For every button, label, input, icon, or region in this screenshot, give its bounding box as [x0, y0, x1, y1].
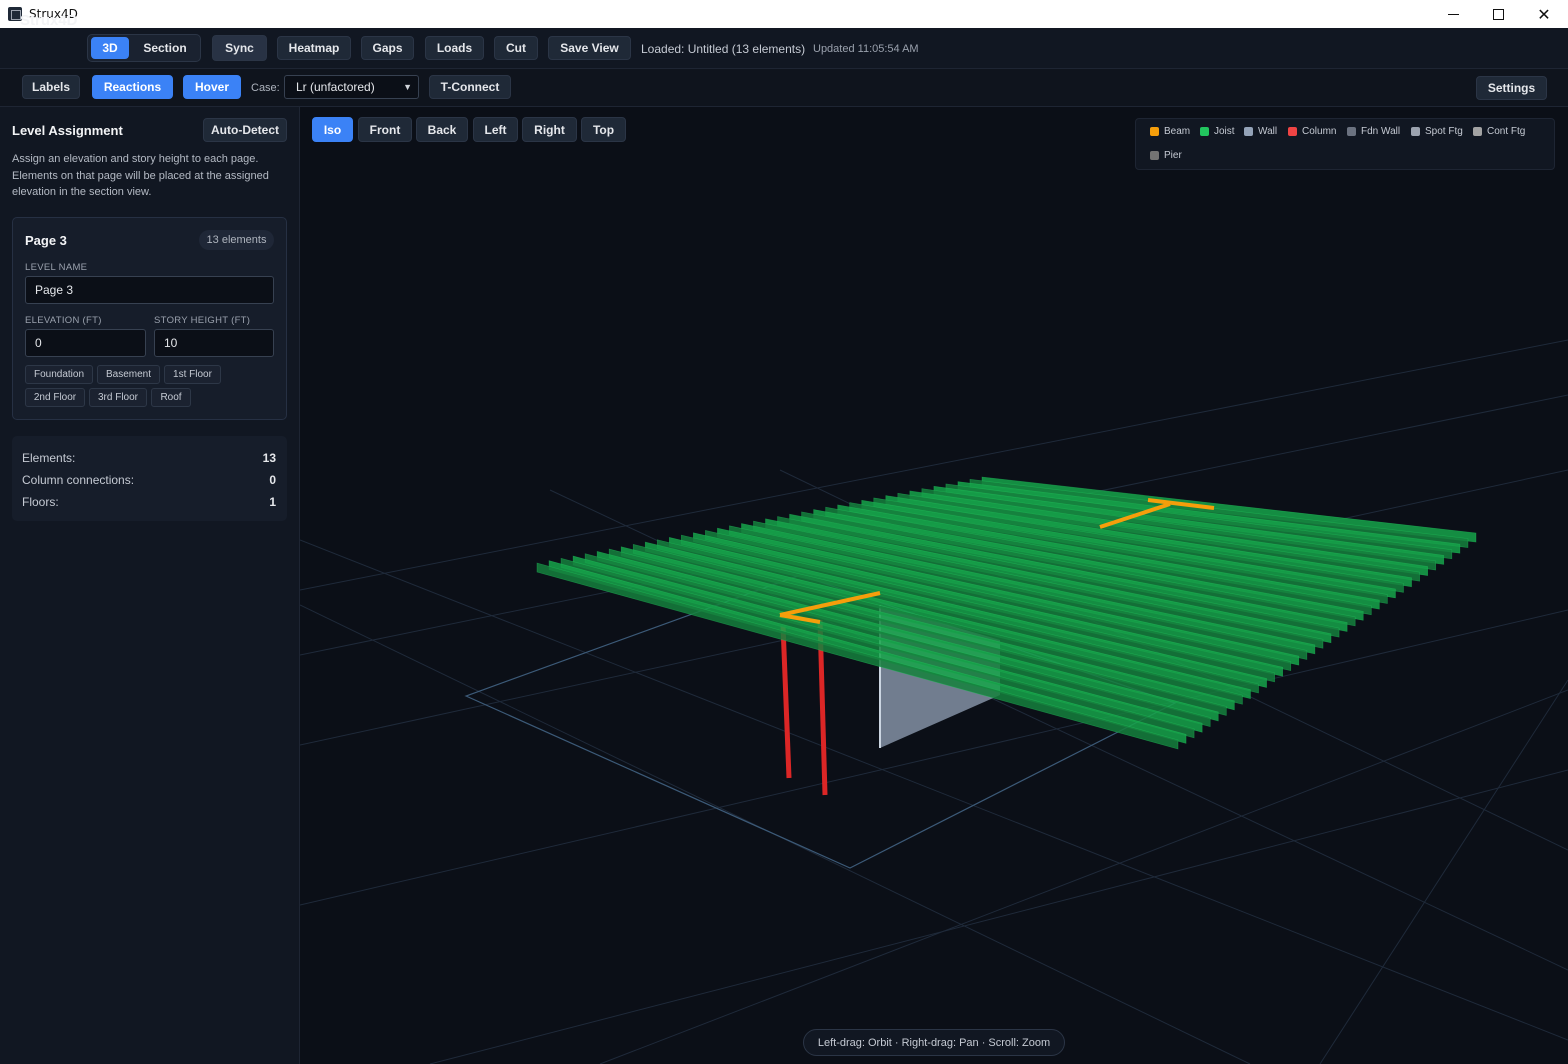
maximize-icon	[1492, 8, 1504, 20]
sync-button[interactable]: Sync	[212, 35, 267, 61]
column-element	[780, 624, 792, 779]
wall-swatch	[1244, 127, 1253, 136]
element-count-badge: 13 elements	[199, 230, 274, 250]
legend-label: Pier	[1164, 150, 1182, 161]
view-left-button[interactable]: Left	[473, 117, 518, 142]
stat-label: Column connections:	[22, 473, 135, 487]
reactions-button[interactable]: Reactions	[92, 75, 173, 99]
cut-button[interactable]: Cut	[494, 36, 538, 60]
panel-description: Assign an elevation and story height to …	[12, 153, 269, 198]
stat-value: 1	[269, 495, 276, 509]
gaps-button[interactable]: Gaps	[361, 36, 414, 60]
3d-scene	[300, 339, 1568, 1064]
loads-button[interactable]: Loads	[425, 36, 484, 60]
t-connect-button[interactable]: T-Connect	[429, 75, 511, 99]
3d-viewport[interactable]	[300, 107, 1568, 1064]
joist-swatch	[1200, 127, 1209, 136]
preset-foundation-button[interactable]: Foundation	[25, 365, 93, 384]
view-iso-button[interactable]: Iso	[312, 117, 353, 142]
minimize-button[interactable]	[1430, 0, 1476, 28]
story-height-input[interactable]: 10	[154, 329, 274, 357]
beam-swatch	[1150, 127, 1159, 136]
legend-item-cont-ftg: Cont Ftg	[1473, 126, 1525, 137]
load-case-select[interactable]: Lr (unfactored) ▼	[284, 75, 419, 99]
legend-item-spot-ftg: Spot Ftg	[1411, 126, 1463, 137]
close-icon: ✕	[1537, 4, 1551, 24]
view-front-button[interactable]: Front	[358, 117, 412, 142]
loaded-status: Loaded: Untitled (13 elements)	[641, 42, 806, 56]
view-top-button[interactable]: Top	[581, 117, 626, 142]
close-button[interactable]: ✕	[1521, 0, 1567, 28]
legend-item-fdn-wall: Fdn Wall	[1347, 126, 1400, 137]
preset-2nd-floor-button[interactable]: 2nd Floor	[25, 388, 85, 407]
stat-label: Elements:	[22, 451, 76, 465]
preset-basement-button[interactable]: Basement	[97, 365, 160, 384]
level-name-input[interactable]: Page 3	[25, 276, 274, 304]
view-right-button[interactable]: Right	[522, 117, 577, 142]
auto-detect-button[interactable]: Auto-Detect	[203, 118, 287, 142]
level-name-label: LEVEL NAME	[25, 262, 88, 273]
legend-item-pier: Pier	[1150, 150, 1182, 161]
mode-3d-button[interactable]: 3D	[91, 37, 129, 59]
column-swatch	[1288, 127, 1297, 136]
legend-label: Column	[1302, 126, 1337, 137]
view-back-button[interactable]: Back	[416, 117, 468, 142]
legend-label: Spot Ftg	[1425, 126, 1463, 137]
story-height-label: STORY HEIGHT (FT)	[154, 315, 251, 326]
chevron-down-icon: ▼	[403, 82, 412, 92]
save-view-button[interactable]: Save View	[548, 36, 631, 60]
pier-swatch	[1150, 151, 1159, 160]
stat-label: Floors:	[22, 495, 59, 509]
window-titlebar: Strux4D	[0, 0, 1568, 28]
legend-item-joist: Joist	[1200, 126, 1235, 137]
updated-status: Updated 11:05:54 AM	[813, 43, 919, 55]
stat-value: 0	[269, 473, 276, 487]
mode-section-button[interactable]: Section	[133, 37, 197, 59]
stat-value: 13	[262, 451, 276, 465]
legend-item-wall: Wall	[1244, 126, 1277, 137]
minimize-icon	[1447, 13, 1459, 15]
spot-ftg-swatch	[1411, 127, 1420, 136]
legend-item-beam: Beam	[1150, 126, 1190, 137]
fdn-wall-swatch	[1347, 127, 1356, 136]
preset-roof-button[interactable]: Roof	[151, 388, 191, 407]
legend-label: Beam	[1164, 126, 1191, 137]
page-title: Page 3	[25, 233, 67, 248]
legend-label: Cont Ftg	[1487, 126, 1526, 137]
cont-ftg-swatch	[1473, 127, 1482, 136]
load-case-value: Lr (unfactored)	[296, 80, 375, 94]
panel-title: Level Assignment	[12, 123, 123, 138]
legend-label: Wall	[1258, 126, 1278, 137]
legend-label: Joist	[1214, 126, 1235, 137]
legend-label: Fdn Wall	[1361, 126, 1401, 137]
labels-button[interactable]: Labels	[22, 75, 80, 99]
hover-button[interactable]: Hover	[183, 75, 241, 99]
navigation-hint: Left-drag: Orbit · Right-drag: Pan · Scr…	[803, 1029, 1065, 1056]
preset-1st-floor-button[interactable]: 1st Floor	[164, 365, 221, 384]
settings-button[interactable]: Settings	[1476, 76, 1547, 100]
brand-name: Strux4D	[20, 12, 78, 29]
maximize-button[interactable]	[1475, 0, 1521, 28]
heatmap-button[interactable]: Heatmap	[277, 36, 351, 60]
elevation-input[interactable]: 0	[25, 329, 146, 357]
preset-3rd-floor-button[interactable]: 3rd Floor	[89, 388, 147, 407]
legend-item-column: Column	[1288, 126, 1336, 137]
case-label: Case:	[251, 82, 280, 94]
elevation-label: ELEVATION (FT)	[25, 315, 102, 326]
joist-group	[536, 476, 1477, 750]
